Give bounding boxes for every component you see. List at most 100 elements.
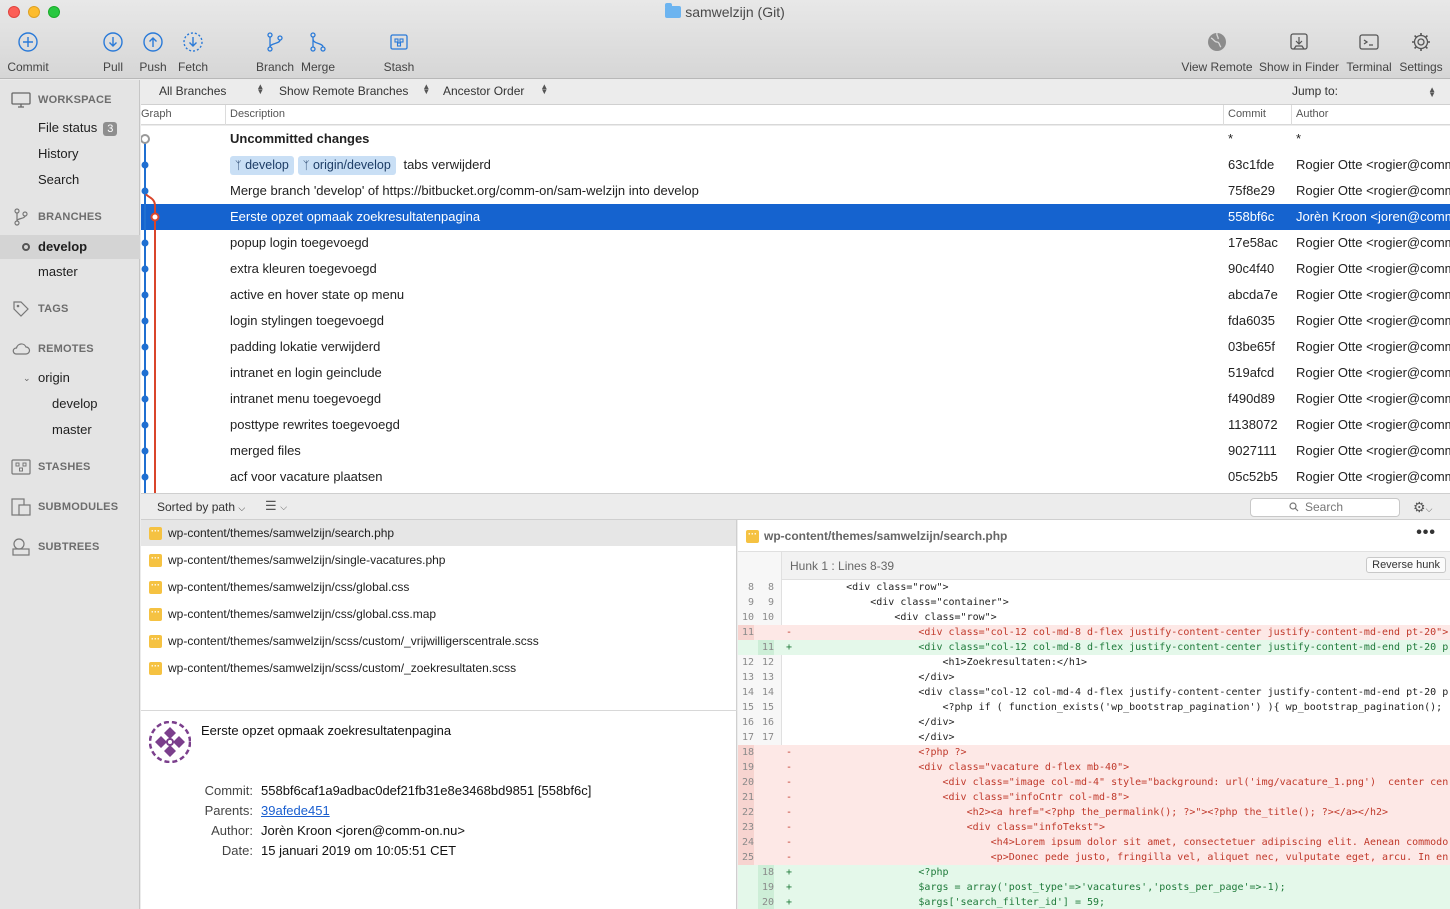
column-divider[interactable] [1223, 105, 1224, 125]
commit-row[interactable]: active en hover state op menu abcda7e Ro… [141, 282, 1450, 308]
view-mode-select[interactable]: ☰ ⌵ [265, 498, 287, 514]
column-divider[interactable] [225, 105, 226, 125]
more-options-button[interactable]: ••• [1416, 524, 1436, 542]
branches-filter-select[interactable]: All Branches ▲ ▼ [159, 83, 264, 99]
diff-code: <h2><a href="<?php the_permalink(); ?>">… [798, 807, 1389, 818]
new-line-number: 11 [758, 640, 774, 655]
diff-line-context[interactable]: 16 16 </div> [738, 715, 1450, 730]
diff-line-context[interactable]: 12 12 <h1>Zoekresultaten:</h1> [738, 655, 1450, 670]
commit-row[interactable]: ᛉ develop ᛉ origin/develop tabs verwijder… [141, 152, 1450, 178]
sidebar-section-remotes[interactable]: REMOTES [10, 340, 94, 358]
diff-line-removed[interactable]: 19 - <div class="vacature d-flex mb-40"> [738, 760, 1450, 775]
stash-button[interactable]: Stash [369, 30, 429, 74]
sort-select[interactable]: Sorted by path ⌵ [157, 500, 245, 514]
remote-ref-badge[interactable]: ᛉ origin/develop [297, 156, 396, 175]
commit-row[interactable]: merged files 9027111 Rogier Otte <rogier… [141, 438, 1450, 464]
sidebar-item-remote-master[interactable]: master [0, 418, 140, 442]
column-header-commit[interactable]: Commit [1228, 108, 1266, 120]
diff-line-removed[interactable]: 22 - <h2><a href="<?php the_permalink(); … [738, 805, 1450, 820]
diff-line-removed[interactable]: 21 - <div class="infoCntr col-md-8"> [738, 790, 1450, 805]
commit-row[interactable]: login stylingen toegevoegd fda6035 Rogie… [141, 308, 1450, 334]
sidebar-section-submodules[interactable]: SUBMODULES [10, 498, 118, 516]
diff-line-context[interactable]: 15 15 <?php if ( function_exists('wp_boot… [738, 700, 1450, 715]
old-line-number: 16 [741, 717, 754, 728]
sidebar-item-remote-develop[interactable]: develop [0, 392, 140, 416]
column-header-graph[interactable]: Graph [141, 108, 172, 120]
show-in-finder-button[interactable]: Show in Finder [1257, 30, 1341, 74]
column-header-author[interactable]: Author [1296, 108, 1328, 120]
search-icon [1289, 502, 1299, 512]
diff-line-context[interactable]: 13 13 </div> [738, 670, 1450, 685]
options-menu-button[interactable]: ⚙⌵ [1413, 499, 1432, 516]
sidebar-section-tags[interactable]: TAGS [10, 300, 69, 318]
file-row[interactable]: ··· wp-content/themes/samwelzijn/scss/cus… [141, 628, 736, 654]
file-row[interactable]: ··· wp-content/themes/samwelzijn/scss/cus… [141, 655, 736, 681]
sidebar-item-branch-develop[interactable]: develop [0, 235, 140, 259]
parent-commit-link[interactable]: 39afede451 [261, 803, 330, 818]
new-line-number: 20 [758, 895, 774, 909]
chevron-down-icon[interactable]: ⌄ [23, 366, 31, 390]
diff-line-context[interactable]: 10 10 <div class="row"> [738, 610, 1450, 625]
uncommitted-changes-row[interactable]: Uncommitted changes * * [141, 126, 1450, 152]
diff-line-removed[interactable]: 20 - <div class="image col-md-4" style="b… [738, 775, 1450, 790]
diff-line-added[interactable]: 20 + $args['search_filter_id'] = 59; [738, 895, 1450, 909]
diff-line-removed[interactable]: 23 - <div class="infoTekst"> [738, 820, 1450, 835]
commit-row[interactable]: Merge branch 'develop' of https://bitbuc… [141, 178, 1450, 204]
diff-line-added[interactable]: 18 + <?php [738, 865, 1450, 880]
commit-row-selected[interactable]: Eerste opzet opmaak zoekresultatenpagina… [141, 204, 1450, 230]
diff-line-removed[interactable]: 18 - <?php ?> [738, 745, 1450, 760]
updown-chevron-icon: ▲ ▼ [540, 82, 549, 96]
terminal-button[interactable]: Terminal [1339, 30, 1399, 74]
diff-code: </div> [798, 672, 955, 683]
reverse-hunk-button[interactable]: Reverse hunk [1366, 557, 1446, 573]
branch-ref-badge[interactable]: ᛉ develop [230, 156, 294, 175]
order-filter-select[interactable]: Ancestor Order ▲ ▼ [443, 82, 549, 99]
diff-line-context[interactable]: 14 14 <div class="col-12 col-md-4 d-flex … [738, 685, 1450, 700]
diff-line-context[interactable]: 8 8 <div class="row"> [738, 580, 1450, 595]
file-search-input[interactable]: Search [1250, 498, 1400, 517]
sidebar-item-history[interactable]: History [0, 142, 140, 166]
branch-icon [10, 208, 32, 226]
diff-line-added[interactable]: 19 + $args = array('post_type'=>'vacature… [738, 880, 1450, 895]
sidebar-item-search[interactable]: Search [0, 168, 140, 192]
sidebar-item-file-status[interactable]: File status 3 [0, 116, 140, 140]
file-row[interactable]: ··· wp-content/themes/samwelzijn/css/glob… [141, 574, 736, 600]
new-line-number: 13 [761, 672, 774, 683]
column-divider[interactable] [1291, 105, 1292, 125]
sidebar-section-subtrees[interactable]: SUBTREES [10, 538, 100, 556]
view-remote-button[interactable]: View Remote [1180, 30, 1254, 74]
diff-marker: - [786, 807, 793, 818]
file-row[interactable]: ··· wp-content/themes/samwelzijn/css/glob… [141, 601, 736, 627]
fetch-button[interactable]: Fetch [163, 30, 223, 74]
sidebar-section-stashes[interactable]: STASHES [10, 458, 91, 476]
sidebar-item-remote-origin[interactable]: ⌄ origin [0, 366, 140, 390]
commit-row[interactable]: intranet en login geinclude 519afcd Rogi… [141, 360, 1450, 386]
commit-row[interactable]: extra kleuren toegevoegd 90c4f40 Rogier … [141, 256, 1450, 282]
commit-button[interactable]: Commit [0, 30, 58, 74]
column-header-description[interactable]: Description [230, 108, 285, 120]
modified-file-icon: ··· [149, 554, 162, 567]
commit-row[interactable]: acf voor vacature plaatsen 05c52b5 Rogie… [141, 464, 1450, 490]
remote-branches-filter-select[interactable]: Show Remote Branches ▲ ▼ [279, 83, 430, 99]
diff-line-context[interactable]: 9 9 <div class="container"> [738, 595, 1450, 610]
jump-to-select[interactable]: Jump to: ▲ ▼ [1292, 84, 1442, 99]
diff-line-removed[interactable]: 24 - <h4>Lorem ipsum dolor sit amet, cons… [738, 835, 1450, 850]
file-row-selected[interactable]: ··· wp-content/themes/samwelzijn/search.p… [141, 520, 736, 546]
settings-button[interactable]: Settings [1391, 30, 1450, 74]
diff-line-context[interactable]: 17 17 </div> [738, 730, 1450, 745]
old-line-number: 19 [738, 760, 754, 775]
sidebar-section-branches[interactable]: BRANCHES [10, 208, 102, 226]
merge-button[interactable]: Merge [288, 30, 348, 74]
branch-icon: ᛉ [235, 160, 242, 172]
sidebar-item-branch-master[interactable]: master [0, 260, 140, 284]
terminal-icon [1357, 30, 1381, 54]
diff-line-removed[interactable]: 11 - <div class="col-12 col-md-8 d-flex j… [738, 625, 1450, 640]
diff-line-added[interactable]: 11 + <div class="col-12 col-md-8 d-flex j… [738, 640, 1450, 655]
commit-row[interactable]: intranet menu toegevoegd f490d89 Rogier … [141, 386, 1450, 412]
file-row[interactable]: ··· wp-content/themes/samwelzijn/single-v… [141, 547, 736, 573]
diff-line-removed[interactable]: 25 - <p>Donec pede justo, fringilla vel, … [738, 850, 1450, 865]
sidebar-section-workspace[interactable]: WORKSPACE [10, 91, 112, 109]
commit-row[interactable]: posttype rewrites toegevoegd 1138072 Rog… [141, 412, 1450, 438]
commit-row[interactable]: popup login toegevoegd 17e58ac Rogier Ot… [141, 230, 1450, 256]
commit-row[interactable]: padding lokatie verwijderd 03be65f Rogie… [141, 334, 1450, 360]
